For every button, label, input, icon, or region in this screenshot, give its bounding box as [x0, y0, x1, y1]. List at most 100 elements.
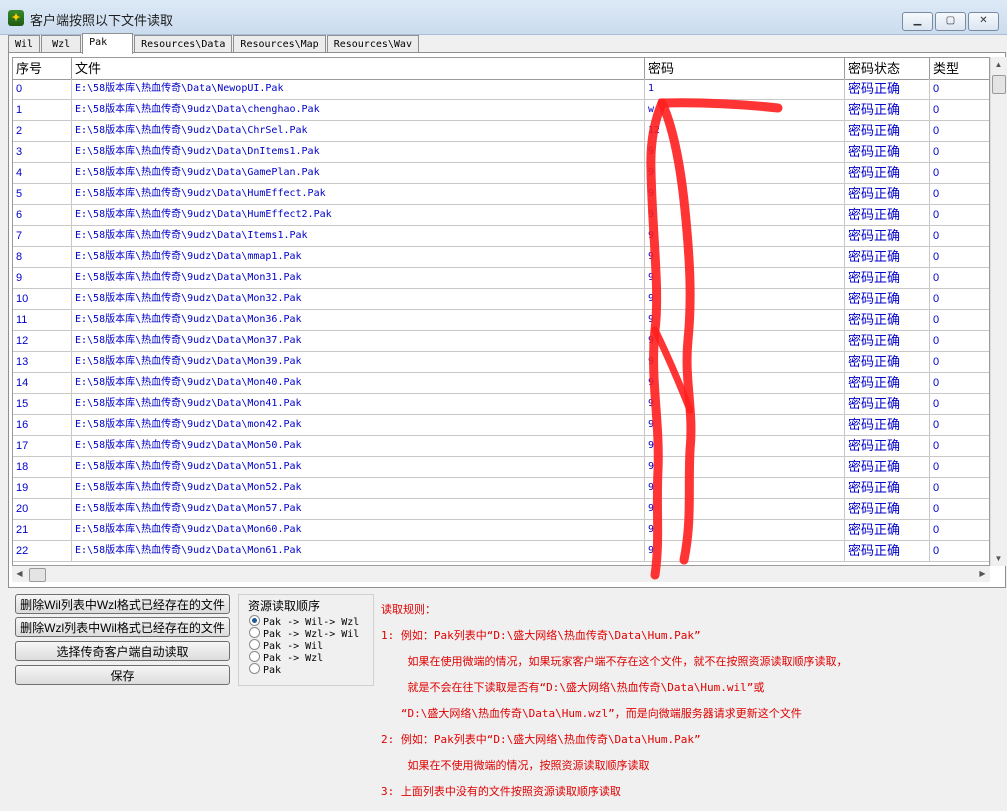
cell-password: 9 [645, 499, 845, 519]
rule-line: 1: 例如：Pak列表中“D:\盛大网络\热血传奇\Data\Hum.Pak” [381, 629, 701, 642]
radio-order-1[interactable]: Pak -> Wil-> Wzl [249, 615, 359, 628]
maximize-icon[interactable]: ▢ [935, 12, 966, 31]
table-row[interactable]: 14 E:\58版本库\热血传奇\9udz\Data\Mon40.Pak 9 密码正确… [13, 373, 989, 394]
radio-icon [249, 663, 260, 674]
table-row[interactable]: 7 E:\58版本库\热血传奇\9udz\Data\Items1.Pak 9 密码正确… [13, 226, 989, 247]
auto-read-client-button[interactable]: 选择传奇客户端自动读取 [15, 641, 230, 661]
table-row[interactable]: 22 E:\58版本库\热血传奇\9udz\Data\Mon61.Pak 9 密码正确… [13, 541, 989, 562]
table-row[interactable]: 3 E:\58版本库\热血传奇\9udz\Data\DnItems1.Pak 9 密码… [13, 142, 989, 163]
cell-type: 0 [930, 499, 989, 519]
rule-line: 就是不会在往下读取是否有“D:\盛大网络\热血传奇\Data\Hum.wil”或 [381, 681, 765, 694]
vertical-scrollbar[interactable]: ▲ ▼ [990, 57, 1006, 566]
table-row[interactable]: 17 E:\58版本库\热血传奇\9udz\Data\Mon50.Pak 9 密码正确… [13, 436, 989, 457]
radio-selected-icon [249, 615, 260, 626]
table-row[interactable]: 5 E:\58版本库\热血传奇\9udz\Data\HumEffect.Pak 9 密… [13, 184, 989, 205]
table-row[interactable]: 19 E:\58版本库\热血传奇\9udz\Data\Mon52.Pak 9 密码正确… [13, 478, 989, 499]
window-controls: ▁ ▢ ✕ [900, 12, 999, 31]
delete-wzl-dup-button[interactable]: 删除Wzl列表中Wil格式已经存在的文件 [15, 617, 230, 637]
cell-file: E:\58版本库\热血传奇\9udz\Data\mon42.Pak [72, 415, 645, 435]
tab-resources-wav[interactable]: Resources\Wav [326, 35, 419, 53]
scroll-thumb[interactable] [992, 75, 1006, 94]
tab-wil[interactable]: Wil [8, 35, 41, 53]
radio-order-4[interactable]: Pak -> Wzl [249, 651, 323, 664]
save-button[interactable]: 保存 [15, 665, 230, 685]
cell-password: 9 [645, 478, 845, 498]
tab-strip: Wil Wzl Pak Resources\Data Resources\Map… [8, 33, 420, 54]
cell-password-status: 密码正确 [845, 499, 930, 519]
scroll-down-icon[interactable]: ▼ [991, 551, 1006, 566]
col-file[interactable]: 文件 [72, 58, 645, 79]
table-row[interactable]: 6 E:\58版本库\热血传奇\9udz\Data\HumEffect2.Pak 9… [13, 205, 989, 226]
table-row[interactable]: 11 E:\58版本库\热血传奇\9udz\Data\Mon36.Pak 9 密码正确… [13, 310, 989, 331]
cell-password: 9 [645, 331, 845, 351]
cell-password: 9 [645, 163, 845, 183]
table-row[interactable]: 4 E:\58版本库\热血传奇\9udz\Data\GamePlan.Pak 9 密码… [13, 163, 989, 184]
cell-type: 0 [930, 436, 989, 456]
file-grid[interactable]: 序号 文件 密码 密码状态 类型 0 E:\58版本库\热血传奇\Data\New… [12, 57, 990, 566]
cell-file: E:\58版本库\热血传奇\9udz\Data\chenghao.Pak [72, 100, 645, 120]
cell-type: 0 [930, 394, 989, 414]
cell-type: 0 [930, 457, 989, 477]
cell-password: 9 [645, 226, 845, 246]
cell-password: 12 [645, 121, 845, 141]
scroll-thumb-horizontal[interactable] [29, 568, 46, 582]
cell-password-status: 密码正确 [845, 415, 930, 435]
table-row[interactable]: 1 E:\58版本库\热血传奇\9udz\Data\chenghao.Pak w 密码… [13, 100, 989, 121]
cell-type: 0 [930, 184, 989, 204]
col-type[interactable]: 类型 [930, 58, 989, 79]
table-row[interactable]: 18 E:\58版本库\热血传奇\9udz\Data\Mon51.Pak 9 密码正确… [13, 457, 989, 478]
cell-password: 9 [645, 289, 845, 309]
horizontal-scrollbar[interactable]: ◀ ▶ [12, 566, 990, 582]
radio-order-2[interactable]: Pak -> Wzl-> Wil [249, 627, 359, 640]
tab-wzl[interactable]: Wzl [41, 35, 82, 53]
table-row[interactable]: 15 E:\58版本库\热血传奇\9udz\Data\Mon41.Pak 9 密码正确… [13, 394, 989, 415]
cell-file: E:\58版本库\热血传奇\9udz\Data\Mon57.Pak [72, 499, 645, 519]
close-icon[interactable]: ✕ [968, 12, 999, 31]
minimize-icon[interactable]: ▁ [902, 12, 933, 31]
cell-file: E:\58版本库\热血传奇\9udz\Data\Mon41.Pak [72, 394, 645, 414]
table-row[interactable]: 0 E:\58版本库\热血传奇\Data\NewopUI.Pak 1 密码正确 0 [13, 79, 989, 100]
table-row[interactable]: 16 E:\58版本库\热血传奇\9udz\Data\mon42.Pak 9 密码正确… [13, 415, 989, 436]
table-row[interactable]: 2 E:\58版本库\热血传奇\9udz\Data\ChrSel.Pak 12 密码正… [13, 121, 989, 142]
cell-password: 9 [645, 247, 845, 267]
cell-type: 0 [930, 373, 989, 393]
cell-type: 0 [930, 289, 989, 309]
table-row[interactable]: 13 E:\58版本库\热血传奇\9udz\Data\Mon39.Pak 9 密码正确… [13, 352, 989, 373]
cell-index: 15 [13, 394, 72, 414]
radio-order-5[interactable]: Pak [249, 663, 281, 676]
rule-line: “D:\盛大网络\热血传奇\Data\Hum.wzl”，而是向微端服务器请求更新… [381, 707, 802, 720]
cell-password: 9 [645, 394, 845, 414]
col-index[interactable]: 序号 [13, 58, 72, 79]
cell-password: 9 [645, 457, 845, 477]
cell-password: 9 [645, 373, 845, 393]
cell-password: 9 [645, 310, 845, 330]
cell-password-status: 密码正确 [845, 310, 930, 330]
table-row[interactable]: 9 E:\58版本库\热血传奇\9udz\Data\Mon31.Pak 9 密码正确 0 [13, 268, 989, 289]
scroll-right-icon[interactable]: ▶ [975, 566, 990, 582]
cell-index: 19 [13, 478, 72, 498]
scroll-left-icon[interactable]: ◀ [12, 566, 27, 582]
cell-type: 0 [930, 415, 989, 435]
col-password-status[interactable]: 密码状态 [845, 58, 930, 79]
col-password[interactable]: 密码 [645, 58, 845, 79]
table-row[interactable]: 20 E:\58版本库\热血传奇\9udz\Data\Mon57.Pak 9 密码正确… [13, 499, 989, 520]
cell-index: 14 [13, 373, 72, 393]
table-row[interactable]: 12 E:\58版本库\热血传奇\9udz\Data\Mon37.Pak 9 密码正确… [13, 331, 989, 352]
tab-resources-data[interactable]: Resources\Data [134, 35, 233, 53]
table-row[interactable]: 8 E:\58版本库\热血传奇\9udz\Data\mmap1.Pak 9 密码正确 0 [13, 247, 989, 268]
delete-wil-dup-button[interactable]: 删除Wil列表中Wzl格式已经存在的文件 [15, 594, 230, 614]
tab-resources-map[interactable]: Resources\Map [233, 35, 326, 53]
cell-password: 9 [645, 541, 845, 561]
cell-password-status: 密码正确 [845, 163, 930, 183]
table-row[interactable]: 21 E:\58版本库\热血传奇\9udz\Data\Mon60.Pak 9 密码正确… [13, 520, 989, 541]
table-row[interactable]: 10 E:\58版本库\热血传奇\9udz\Data\Mon32.Pak 9 密码正确… [13, 289, 989, 310]
tab-pak[interactable]: Pak [82, 33, 134, 54]
cell-password-status: 密码正确 [845, 121, 930, 141]
cell-index: 10 [13, 289, 72, 309]
tab-panel: 序号 文件 密码 密码状态 类型 0 E:\58版本库\热血传奇\Data\New… [8, 52, 1006, 588]
radio-order-3[interactable]: Pak -> Wil [249, 639, 323, 652]
scroll-up-icon[interactable]: ▲ [991, 57, 1006, 72]
cell-file: E:\58版本库\热血传奇\9udz\Data\Mon37.Pak [72, 331, 645, 351]
radio-icon [249, 639, 260, 650]
cell-type: 0 [930, 121, 989, 141]
